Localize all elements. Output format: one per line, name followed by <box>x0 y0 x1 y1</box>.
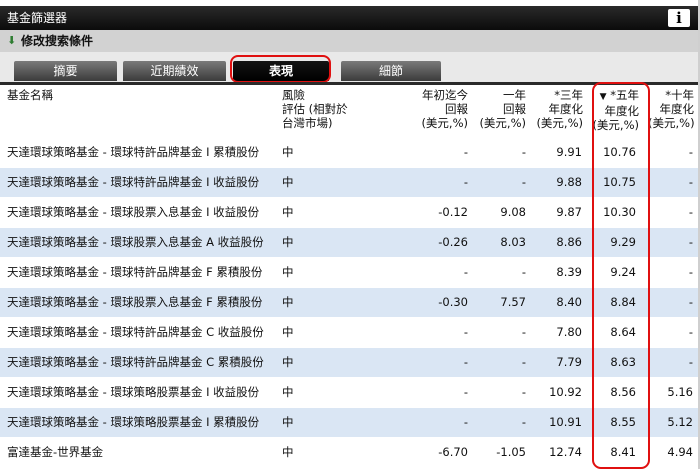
fund-name[interactable]: 天達環球策略基金 - 環球策略股票基金 I 累積股份 <box>7 408 259 437</box>
risk-rating: 中 <box>282 325 294 339</box>
three-year-return: 8.40 <box>556 295 582 309</box>
three-year-return: 7.80 <box>556 325 582 339</box>
ytd-return: -0.12 <box>438 205 468 219</box>
title-bar: 基金篩選器 i <box>0 6 698 30</box>
one-year-return: - <box>521 145 526 159</box>
active-tab-highlight <box>230 55 331 83</box>
fund-name[interactable]: 天達環球策略基金 - 環球股票入息基金 F 累積股份 <box>7 288 262 317</box>
three-year-return: 8.86 <box>556 235 582 249</box>
ten-year-return: 4.94 <box>667 445 693 459</box>
three-year-return: 7.79 <box>556 355 582 369</box>
one-year-return: -1.05 <box>496 445 526 459</box>
ten-year-return: - <box>688 235 693 249</box>
five-year-column-highlight <box>592 82 650 469</box>
tab-recent-performance[interactable]: 近期績效 <box>123 61 226 81</box>
three-year-return: 9.87 <box>556 205 582 219</box>
ten-year-return: - <box>688 265 693 279</box>
header-fund-name[interactable]: 基金名稱 <box>7 88 53 102</box>
risk-rating: 中 <box>282 445 294 459</box>
fund-name[interactable]: 天達環球策略基金 - 環球特許品牌基金 I 收益股份 <box>7 168 259 197</box>
green-down-arrow-icon: ⬇ <box>7 34 17 47</box>
one-year-return: 7.57 <box>500 295 526 309</box>
one-year-return: - <box>521 355 526 369</box>
fund-name[interactable]: 富達基金-世界基金 <box>7 438 103 467</box>
header-risk[interactable]: 風險 評估 (相對於 台灣市場) <box>282 88 348 130</box>
one-year-return: - <box>521 415 526 429</box>
ten-year-return: - <box>688 295 693 309</box>
ten-year-return: - <box>688 205 693 219</box>
one-year-return: - <box>521 325 526 339</box>
three-year-return: 12.74 <box>549 445 582 459</box>
window-title: 基金篩選器 <box>7 11 68 25</box>
three-year-return: 9.91 <box>556 145 582 159</box>
three-year-return: 10.92 <box>549 385 582 399</box>
risk-rating: 中 <box>282 175 294 189</box>
risk-rating: 中 <box>282 355 294 369</box>
three-year-return: 10.91 <box>549 415 582 429</box>
ten-year-return: - <box>688 175 693 189</box>
header-ytd[interactable]: 年初迄今 回報 (美元,%) <box>400 88 468 130</box>
ytd-return: - <box>463 325 468 339</box>
ytd-return: -6.70 <box>438 445 468 459</box>
risk-rating: 中 <box>282 265 294 279</box>
three-year-return: 8.39 <box>556 265 582 279</box>
ytd-return: -0.26 <box>438 235 468 249</box>
risk-rating: 中 <box>282 415 294 429</box>
risk-rating: 中 <box>282 295 294 309</box>
one-year-return: 9.08 <box>500 205 526 219</box>
modify-criteria-label[interactable]: 修改搜索條件 <box>21 30 93 52</box>
header-10y[interactable]: *十年 年度化 (美元,%) <box>648 88 695 130</box>
risk-rating: 中 <box>282 235 294 249</box>
risk-rating: 中 <box>282 205 294 219</box>
fund-name[interactable]: 天達環球策略基金 - 環球特許品牌基金 I 累積股份 <box>7 138 259 167</box>
ten-year-return: 5.12 <box>667 415 693 429</box>
ytd-return: - <box>463 415 468 429</box>
ten-year-return: - <box>688 355 693 369</box>
ten-year-return: 5.16 <box>667 385 693 399</box>
info-icon[interactable]: i <box>668 9 690 27</box>
ytd-return: - <box>463 355 468 369</box>
fund-name[interactable]: 天達環球策略基金 - 環球特許品牌基金 F 累積股份 <box>7 258 262 287</box>
three-year-return: 9.88 <box>556 175 582 189</box>
risk-rating: 中 <box>282 145 294 159</box>
one-year-return: - <box>521 265 526 279</box>
ten-year-return: - <box>688 325 693 339</box>
fund-screener: 基金篩選器 i ⬇ 修改搜索條件 摘要 近期績效 表現 細節 基金名稱 風險 評… <box>0 0 700 469</box>
fund-name[interactable]: 天達環球策略基金 - 環球股票入息基金 I 收益股份 <box>7 198 259 227</box>
header-3y[interactable]: *三年 年度化 (美元,%) <box>530 88 583 130</box>
fund-name[interactable]: 天達環球策略基金 - 環球特許品牌基金 C 收益股份 <box>7 318 264 347</box>
fund-name[interactable]: 天達環球策略基金 - 環球股票入息基金 A 收益股份 <box>7 228 264 257</box>
modify-criteria-row[interactable]: ⬇ 修改搜索條件 <box>0 30 698 53</box>
risk-rating: 中 <box>282 385 294 399</box>
one-year-return: - <box>521 385 526 399</box>
tab-details[interactable]: 細節 <box>341 61 441 81</box>
ytd-return: - <box>463 145 468 159</box>
one-year-return: 8.03 <box>500 235 526 249</box>
one-year-return: - <box>521 175 526 189</box>
header-1y[interactable]: 一年 回報 (美元,%) <box>472 88 526 130</box>
ytd-return: - <box>463 175 468 189</box>
ytd-return: - <box>463 385 468 399</box>
ytd-return: - <box>463 265 468 279</box>
ytd-return: -0.30 <box>438 295 468 309</box>
fund-name[interactable]: 天達環球策略基金 - 環球特許品牌基金 C 累積股份 <box>7 348 264 377</box>
fund-name[interactable]: 天達環球策略基金 - 環球策略股票基金 I 收益股份 <box>7 378 259 407</box>
ten-year-return: - <box>688 145 693 159</box>
tab-strip: 摘要 近期績效 表現 細節 <box>0 52 698 82</box>
tab-summary[interactable]: 摘要 <box>14 61 117 81</box>
